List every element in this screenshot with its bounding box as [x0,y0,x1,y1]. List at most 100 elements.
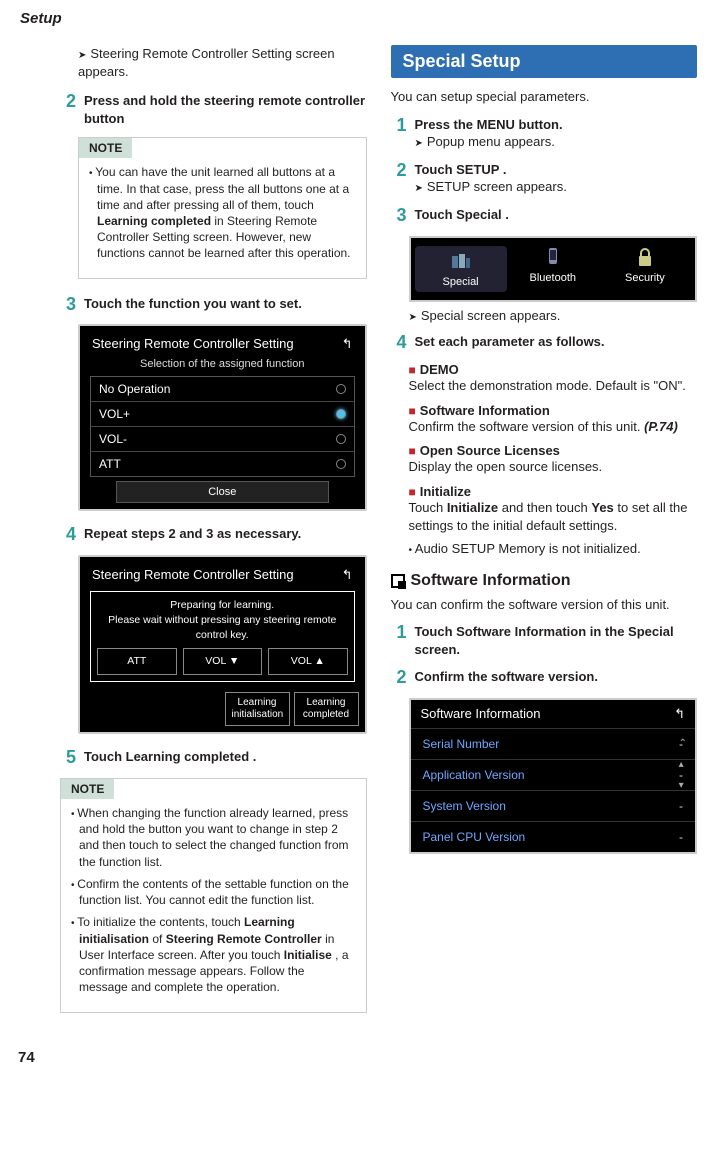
step-text: Touch Learning completed . [84,748,367,768]
learning-complete-button: Learning completed [294,692,359,726]
step-text: Touch Software Information in the Specia… [415,623,698,658]
step-post: . [249,749,256,764]
screenshot-title: Steering Remote Controller Setting ↰ [86,563,359,587]
param-oss: ■Open Source Licenses [409,443,698,458]
t: To initialize the contents, touch [77,915,244,929]
vol-up-button: VOL ▲ [268,648,348,675]
row-label: ATT [99,457,121,471]
result-text: Steering Remote Controller Setting scree… [78,45,367,80]
screenshot-preparing: Steering Remote Controller Setting ↰ Pre… [78,555,367,734]
sw-row: Panel CPU Version- [411,821,696,852]
security-icon [633,246,657,270]
param-body: Select the demonstration mode. Default i… [409,377,698,395]
r-step-4: 4 Set each parameter as follows. [391,333,698,353]
tab-label: Security [625,272,665,284]
note-para: Confirm the contents of the settable fun… [71,876,356,909]
t: . [499,162,506,177]
scroll-indicators: ⌃ ▴ ▾ [679,738,687,791]
scroll-up-icon: ▴ [679,759,687,770]
sw-row: Serial Number- [411,728,696,759]
list-item: VOL- [91,427,354,452]
back-icon: ↰ [342,567,353,583]
screenshot-function-select: Steering Remote Controller Setting ↰ Sel… [78,324,367,511]
b: MENU [477,117,515,132]
param-title-text: DEMO [420,362,459,377]
note-text: You can have the unit learned all button… [95,165,349,212]
step-text: Set each parameter as follows. [415,333,698,353]
tab-label: Bluetooth [530,272,576,284]
b: SETUP [456,162,499,177]
row-label: VOL+ [99,407,130,421]
sub-section-title: Software Information [411,572,571,590]
step-2: 2 Press and hold the steering remote con… [60,92,367,127]
r-step-2: 2 Touch SETUP . SETUP screen appears. [391,161,698,196]
param-swinfo: ■ Software Information [409,403,698,418]
b: Yes [591,500,613,515]
popup-line2: Please wait without pressing any steerin… [97,613,348,642]
r-step-3: 3 Touch Special . [391,206,698,226]
result-text: Special screen appears. [409,308,698,323]
row-label: System Version [423,799,506,813]
step-text: Touch SETUP . SETUP screen appears. [415,161,698,196]
step-4: 4 Repeat steps 2 and 3 as necessary. [60,525,367,545]
square-icon: ■ [409,485,416,499]
note-label: NOTE [61,779,114,799]
step-number: 2 [391,668,407,688]
sw-title-text: Software Information [421,706,541,722]
note-body: When changing the function already learn… [61,799,366,1012]
step-number: 1 [391,623,407,658]
bluetooth-icon [541,246,565,270]
step-number: 1 [391,116,407,151]
step-text: Touch the function you want to set. [84,295,367,315]
left-column: Steering Remote Controller Setting scree… [60,45,367,1029]
b: Initialise [284,948,332,962]
screenshot-title-text: Steering Remote Controller Setting [92,336,294,352]
button-row: ATT VOL ▼ VOL ▲ [97,648,348,675]
b: Steering Remote Controller [166,932,322,946]
learning-init-button: Learning initialisation [225,692,290,726]
screenshot-list: No Operation VOL+ VOL- ATT [90,376,355,477]
content-columns: Steering Remote Controller Setting scree… [0,45,727,1029]
t: Press the [415,117,477,132]
row-label: Panel CPU Version [423,830,526,844]
param-title-text: Software Information [420,403,550,418]
section-heading: Special Setup [391,45,698,78]
row-label: Application Version [423,768,525,782]
param-title-text: Open Source Licenses [420,443,560,458]
square-icon: ■ [409,404,416,418]
page-ref: (P.74) [644,419,678,434]
t: and then touch [498,500,591,515]
radio-icon-selected [336,409,346,419]
t: Touch [415,207,457,222]
back-icon: ↰ [342,336,353,352]
page-header: Setup [0,10,727,27]
step-pre: Touch [84,749,126,764]
sw-row: System Version - [411,790,696,821]
radio-icon [336,384,346,394]
list-item: No Operation [91,377,354,402]
note-body: You can have the unit learned all button… [79,158,366,277]
param-body: Confirm the software version of this uni… [409,418,698,436]
row-label: VOL- [99,432,127,446]
software-screenshot-wrap: Software Information ↰ Serial Number- Ap… [409,698,698,854]
list-item: VOL+ [91,402,354,427]
sw-row: Application Version- [411,759,696,790]
screenshot-title: Steering Remote Controller Setting ↰ [86,332,359,356]
page-number: 74 [0,1049,727,1066]
list-item: ATT [91,452,354,476]
step-number: 2 [391,161,407,196]
note-label: NOTE [79,138,132,158]
t: Touch [415,162,457,177]
param-demo: ■ DEMO [409,362,698,377]
row-val: - [679,799,683,813]
result-text: SETUP screen appears. [415,178,698,196]
note-box-2: NOTE When changing the function already … [60,778,367,1013]
step-number: 3 [391,206,407,226]
radio-icon [336,434,346,444]
special-icon [449,250,473,274]
square-icon: ■ [409,363,416,377]
row-label: No Operation [99,382,170,396]
t: Touch [415,624,457,639]
b: Initialize [447,500,498,515]
param-title-text: Initialize [420,484,471,499]
